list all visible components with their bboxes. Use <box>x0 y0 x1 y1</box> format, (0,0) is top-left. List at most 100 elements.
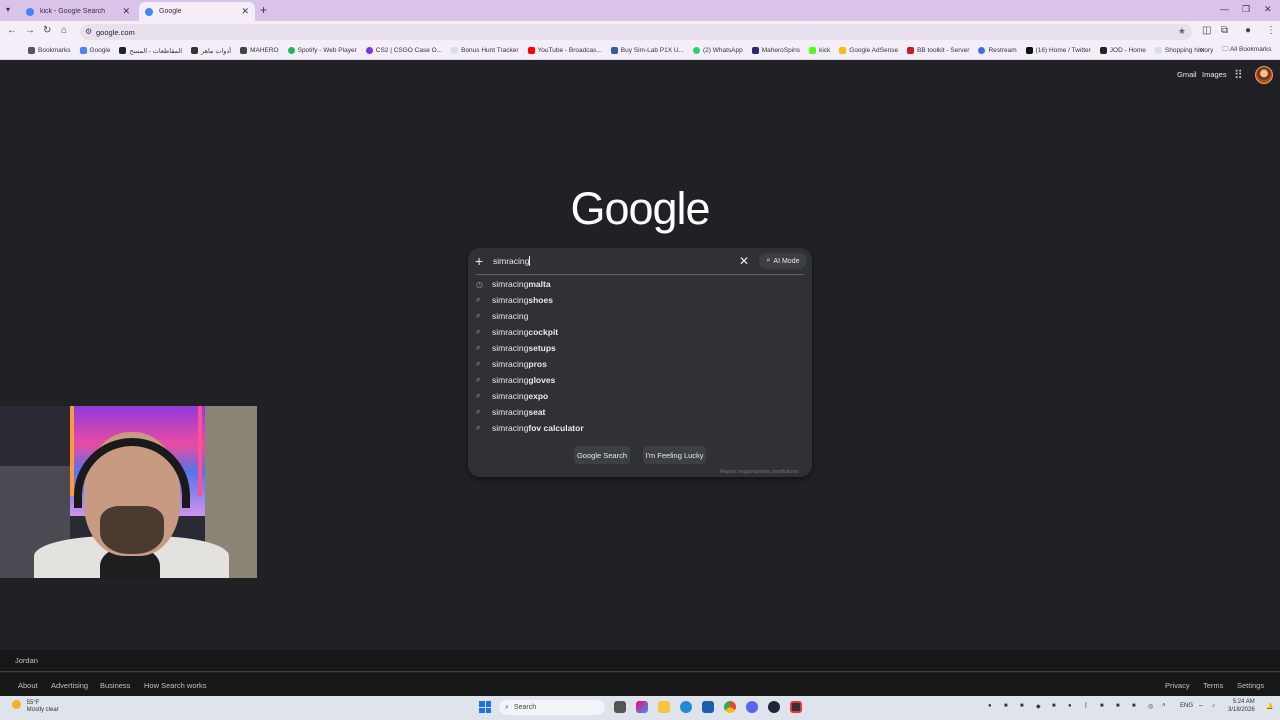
maximize-icon[interactable]: ❐ <box>1242 4 1250 15</box>
business-link[interactable]: Business <box>100 681 130 690</box>
bookmark-item[interactable]: Spotify - Web Player <box>287 47 357 54</box>
discord-icon[interactable] <box>746 701 758 713</box>
tray-app-icon[interactable]: ● <box>1068 703 1072 709</box>
forward-icon[interactable]: → <box>25 25 35 36</box>
all-bookmarks-button[interactable]: 🗀 All Bookmarks <box>1222 45 1272 56</box>
bookmark-item[interactable]: المقاطعات - المسح <box>119 47 182 55</box>
tray-app-icon[interactable]: ■ <box>1020 703 1024 709</box>
close-window-icon[interactable]: ✕ <box>1264 4 1272 15</box>
close-tab-icon[interactable]: ✕ <box>122 6 130 17</box>
suggestion-item[interactable]: ⌕ simracing expo <box>476 388 776 404</box>
suggestion-item[interactable]: ⌕ simracing setups <box>476 340 776 356</box>
search-input[interactable]: simracing <box>493 256 531 266</box>
google-search-button[interactable]: Google Search <box>574 446 630 464</box>
store-icon[interactable] <box>702 701 714 713</box>
bluetooth-icon[interactable]: ᛒ <box>1084 703 1088 709</box>
about-link[interactable]: About <box>18 681 38 690</box>
bookmark-item[interactable]: Bonus Hunt Tracker <box>451 47 519 54</box>
bookmark-item[interactable]: MaheroSpins <box>751 47 800 54</box>
notification-icon[interactable]: 🔔 <box>1266 703 1273 710</box>
tray-app-icon[interactable]: ◆ <box>1036 703 1041 710</box>
new-tab-button[interactable]: + <box>260 3 267 17</box>
bookmark-item[interactable]: أدوات ماهر <box>191 47 231 55</box>
bookmark-item[interactable]: (2) WhatsApp <box>693 47 743 54</box>
terms-link[interactable]: Terms <box>1203 681 1223 690</box>
menu-icon[interactable]: ⋮ <box>1266 25 1276 36</box>
bookmark-item[interactable]: JOD - Home <box>1099 47 1146 54</box>
bookmark-item[interactable]: Buy Sim-Lab P1X U... <box>610 47 684 54</box>
images-link[interactable]: Images <box>1202 70 1227 79</box>
google-apps-icon[interactable]: ⠿ <box>1234 68 1243 82</box>
copilot-icon[interactable] <box>636 701 648 713</box>
suggestion-item[interactable]: ◷ simracing malta <box>476 276 776 292</box>
advertising-link[interactable]: Advertising <box>51 681 88 690</box>
tray-app-icon[interactable]: ■ <box>1052 703 1056 709</box>
chrome-icon[interactable] <box>724 701 736 713</box>
steam-icon[interactable] <box>768 701 780 713</box>
bookmark-item[interactable]: Restream <box>978 47 1017 54</box>
site-info-icon[interactable]: ⚙ <box>85 27 92 36</box>
more-bookmarks-icon[interactable]: » <box>1199 45 1203 54</box>
bookmark-item[interactable]: MAHERO <box>240 47 279 54</box>
suggestion-item[interactable]: ⌕ simracing fov calculator <box>476 420 776 436</box>
tray-app-icon[interactable]: ■ <box>1100 703 1104 709</box>
bookmark-item[interactable]: YouTube - Broadcas... <box>527 47 602 54</box>
plus-icon[interactable]: + <box>475 253 483 269</box>
close-tab-icon[interactable]: ✕ <box>241 6 249 17</box>
search-icon: ⌕ <box>476 295 481 304</box>
light-pole <box>70 406 74 496</box>
bookmark-item[interactable]: kick <box>809 47 830 54</box>
report-predictions-link[interactable]: Report inappropriate predictions <box>720 469 798 475</box>
bookmark-star-icon[interactable]: ★ <box>1178 26 1186 37</box>
puzzle-icon[interactable]: ⧉ <box>1221 25 1228 36</box>
back-icon[interactable]: ← <box>7 25 17 36</box>
volume-icon[interactable]: ♪ <box>1212 703 1215 709</box>
how-search-works-link[interactable]: How Search works <box>144 681 207 690</box>
taskbar-search[interactable]: ⌕ Search <box>499 700 605 715</box>
obs-icon[interactable] <box>790 701 802 713</box>
tray-app-icon[interactable]: ■ <box>1132 703 1136 709</box>
weather-widget[interactable]: 55°F Mostly clear <box>12 700 59 714</box>
file-explorer-icon[interactable] <box>658 701 670 713</box>
show-hidden-icons[interactable]: ˄ <box>1162 703 1166 709</box>
suggestion-item[interactable]: ⌕ simracing seat <box>476 404 776 420</box>
avatar[interactable] <box>1255 66 1273 84</box>
tray-app-icon[interactable]: ● <box>988 703 992 709</box>
feeling-lucky-button[interactable]: I'm Feeling Lucky <box>643 446 706 464</box>
tray-app-icon[interactable]: ■ <box>1116 703 1120 709</box>
task-view-icon[interactable] <box>614 701 626 713</box>
wifi-icon[interactable]: ⌔ <box>1198 703 1204 711</box>
home-icon[interactable]: ⌂ <box>61 25 67 36</box>
bookmark-item[interactable]: BB toolkit - Server <box>907 47 969 54</box>
language-indicator[interactable]: ENG <box>1180 703 1193 709</box>
tab-search-icon[interactable]: ▾ <box>6 5 10 14</box>
extensions-icon[interactable]: ◫ <box>1202 25 1211 36</box>
tab-google[interactable]: Google ✕ <box>139 2 255 21</box>
suggestion-item[interactable]: ⌕ simracing shoes <box>476 292 776 308</box>
bookmark-item[interactable]: CS2 | CSGO Case O... <box>365 47 442 54</box>
bookmark-item[interactable]: Google <box>79 47 110 54</box>
bookmark-item[interactable]: Bookmarks <box>28 47 71 54</box>
gmail-link[interactable]: Gmail <box>1177 70 1197 79</box>
ai-mode-button[interactable]: ⌕ AI Mode <box>759 253 807 269</box>
clear-icon[interactable]: ✕ <box>739 254 749 268</box>
bookmark-item[interactable]: (16) Home / Twitter <box>1025 47 1091 54</box>
address-bar[interactable]: ⚙ google.com ★ <box>80 24 1192 40</box>
settings-link[interactable]: Settings <box>1237 681 1264 690</box>
start-button[interactable] <box>479 701 491 713</box>
bookmark-item[interactable]: Shopping history <box>1154 47 1213 54</box>
suggestion-item[interactable]: ⌕ simracing <box>476 308 776 324</box>
privacy-link[interactable]: Privacy <box>1165 681 1190 690</box>
minimize-icon[interactable]: — <box>1220 4 1229 14</box>
edge-icon[interactable] <box>680 701 692 713</box>
tray-app-icon[interactable]: ■ <box>1004 703 1008 709</box>
reload-icon[interactable]: ↻ <box>43 25 51 36</box>
tab-kick-search[interactable]: kick - Google Search ✕ <box>20 2 136 21</box>
profile-icon[interactable]: ● <box>1245 25 1251 36</box>
bookmark-item[interactable]: Google AdSense <box>839 47 898 54</box>
suggestion-item[interactable]: ⌕ simracing cockpit <box>476 324 776 340</box>
suggestion-item[interactable]: ⌕ simracing gloves <box>476 372 776 388</box>
clock[interactable]: 5:24 AM 3/18/2026 <box>1228 698 1255 714</box>
suggestion-item[interactable]: ⌕ simracing pros <box>476 356 776 372</box>
tray-app-icon[interactable]: ◎ <box>1148 703 1153 710</box>
